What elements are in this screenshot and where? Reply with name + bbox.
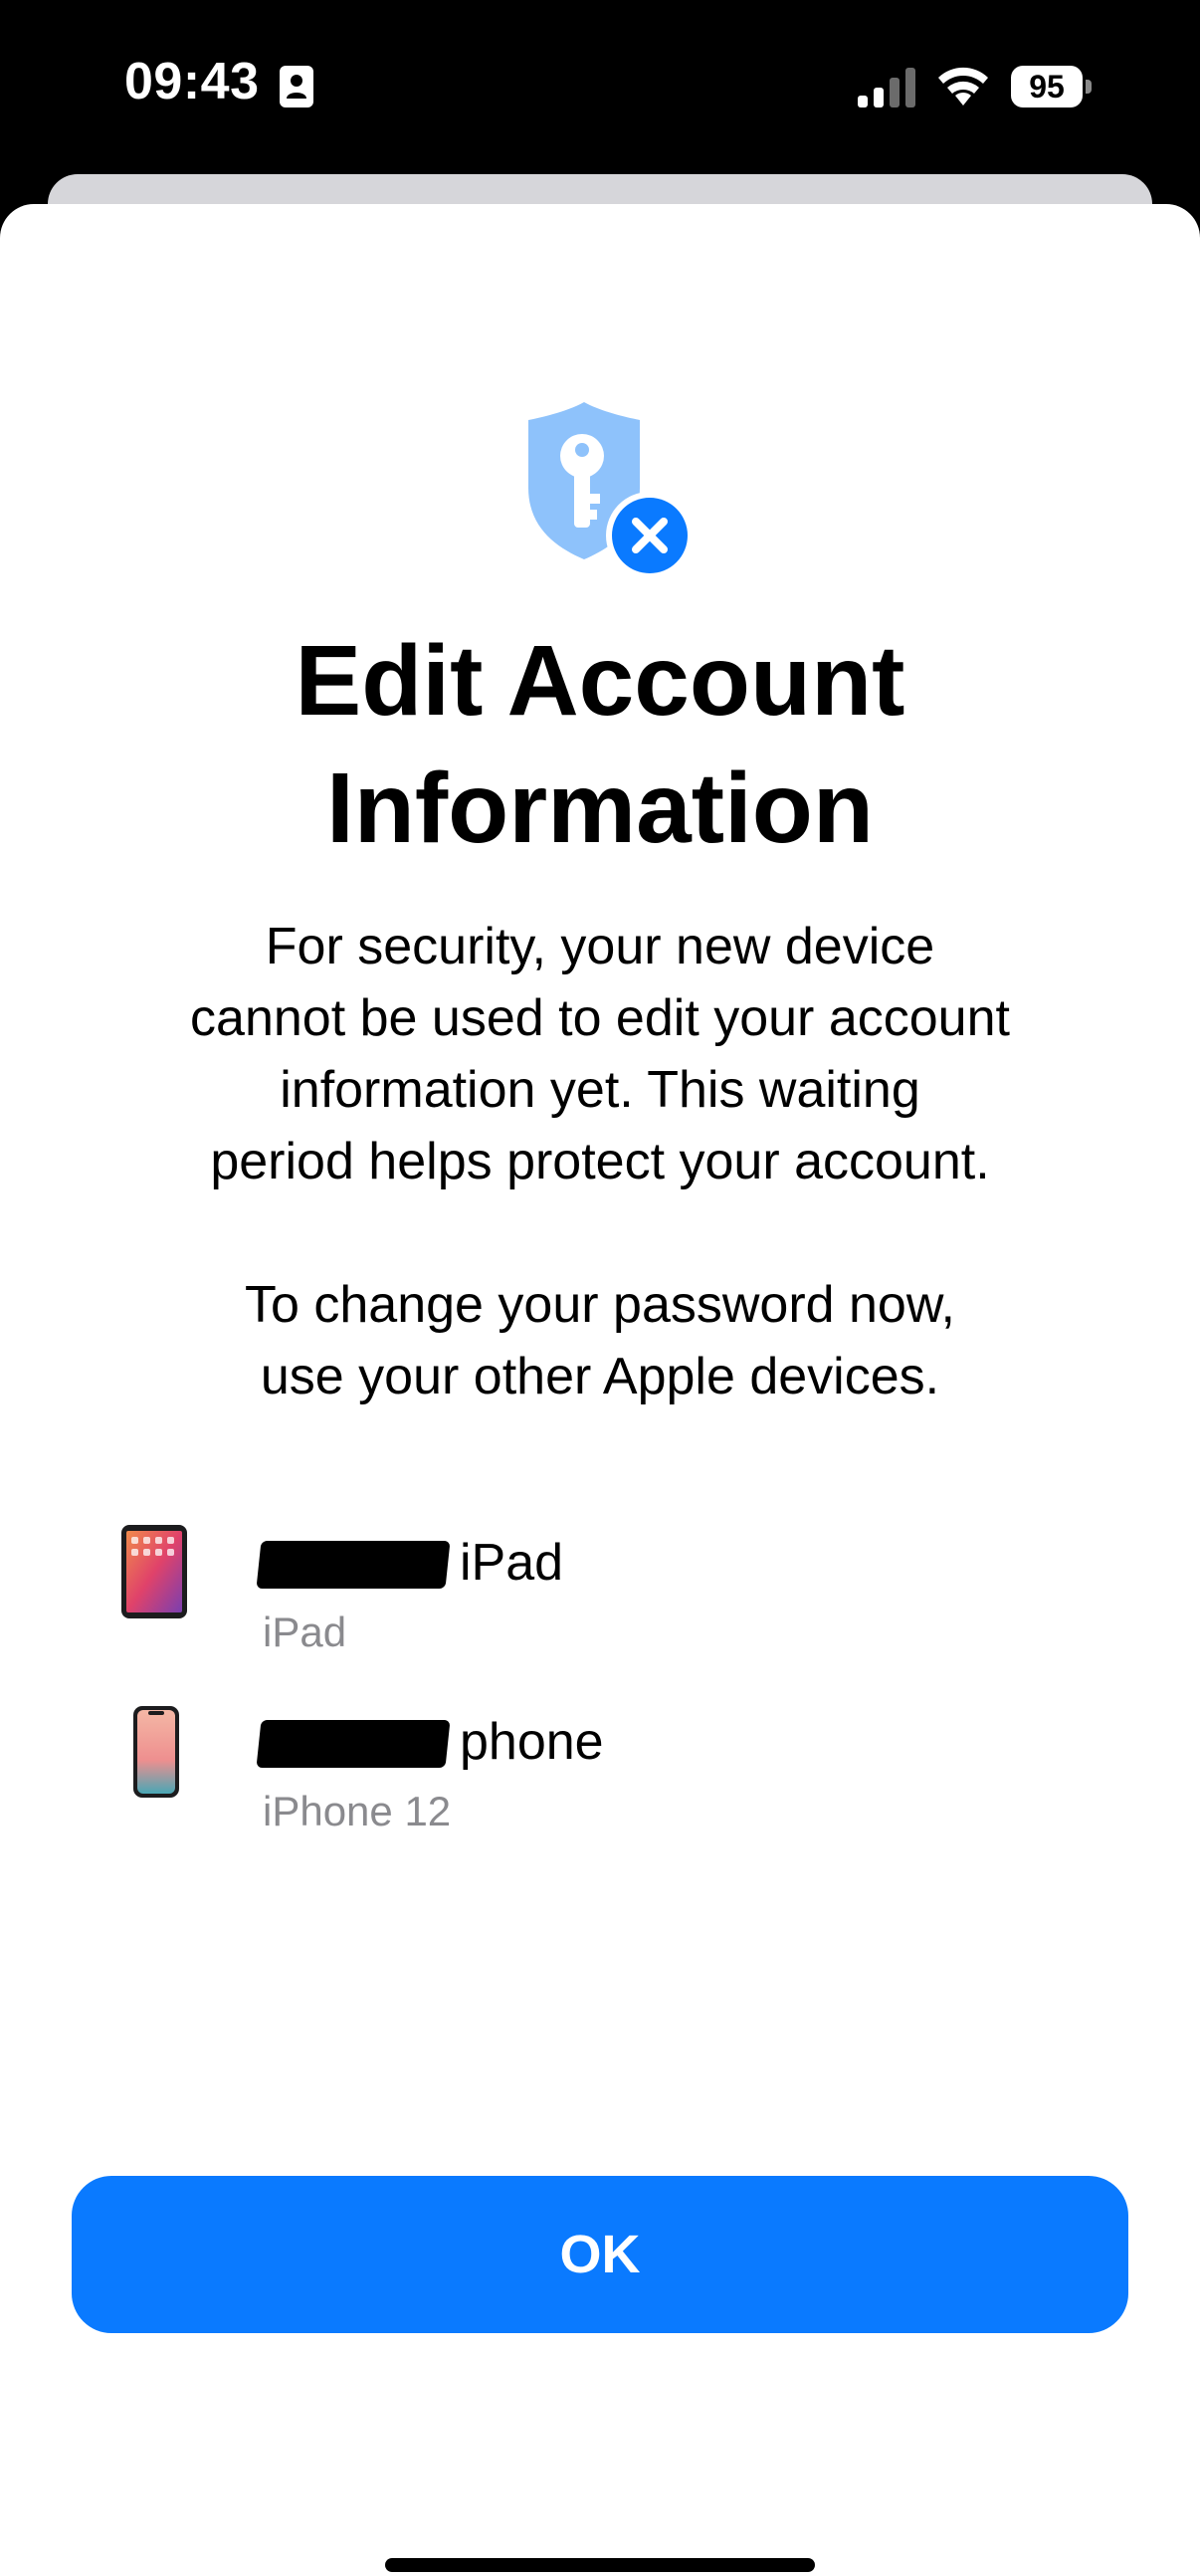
ipad-icon (121, 1525, 187, 1618)
redacted-device-owner (256, 1541, 451, 1589)
device-model: iPad (263, 1609, 347, 1655)
cellular-signal-icon (858, 68, 915, 107)
device-name: iPad (460, 1534, 564, 1592)
page-title: Edit Account Information (295, 625, 905, 864)
security-explanation-text: For security, your new device cannot be … (190, 918, 1010, 1190)
wifi-icon (938, 67, 988, 106)
device-model: iPhone 12 (263, 1788, 452, 1834)
battery-level: 95 (1011, 66, 1083, 107)
contact-card-icon (280, 66, 313, 107)
change-password-instruction-text: To change your password now, use your ot… (245, 1276, 955, 1405)
home-indicator[interactable] (385, 2558, 815, 2572)
battery-cap (1086, 80, 1092, 94)
device-list-item: phone iPhone 12 (100, 1702, 1095, 1861)
device-name: phone (460, 1713, 604, 1771)
device-list-item: iPad iPad (100, 1523, 1095, 1682)
iphone-icon (133, 1706, 179, 1798)
shield-key-x-icon (528, 402, 694, 579)
battery-icon: 95 (1011, 66, 1092, 107)
status-bar: 09:43 95 (0, 0, 1200, 169)
ok-button[interactable]: OK (72, 2176, 1128, 2333)
status-time: 09:43 (124, 53, 260, 110)
redacted-device-owner (256, 1720, 451, 1768)
